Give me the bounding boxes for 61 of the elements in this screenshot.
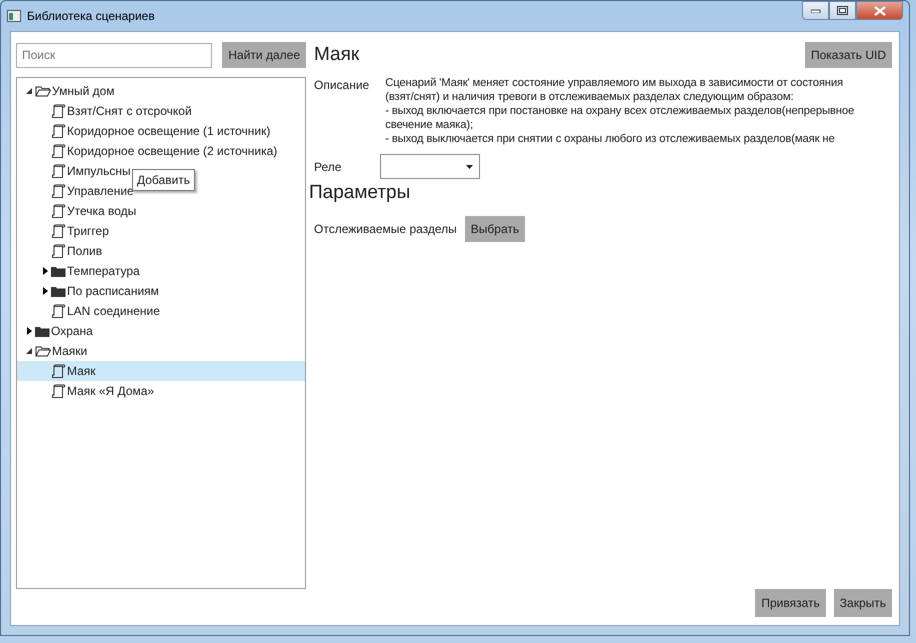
tree-item[interactable]: LAN соединение xyxy=(67,302,160,320)
tree-item[interactable]: Импульсны xyxy=(67,162,131,180)
maximize-button[interactable] xyxy=(829,1,856,20)
script-icon xyxy=(51,184,66,198)
find-next-button[interactable]: Найти далее xyxy=(222,42,306,68)
tree-item[interactable]: Маяк «Я Дома» xyxy=(67,382,154,400)
script-icon xyxy=(51,144,66,158)
tree-item[interactable]: Маяк xyxy=(67,362,96,380)
tree-item[interactable]: Коридорное освещение (2 источника) xyxy=(67,142,278,160)
tree-item[interactable]: Управление xyxy=(67,182,134,200)
collapsed-arrow-icon[interactable] xyxy=(42,267,48,275)
caret-icon xyxy=(466,164,473,168)
tree-item[interactable]: Температура xyxy=(67,262,140,280)
monitored-sections-label: Отслеживаемые разделы xyxy=(314,220,457,238)
description-label: Описание xyxy=(314,77,370,94)
choose-button[interactable]: Выбрать xyxy=(464,216,526,242)
folder-icon xyxy=(35,326,50,336)
collapsed-arrow-icon[interactable] xyxy=(26,327,32,335)
collapsed-arrow-icon[interactable] xyxy=(42,287,48,295)
open-folder-icon xyxy=(35,345,51,357)
parameters-heading: Параметры xyxy=(309,181,412,205)
expanded-arrow-icon[interactable] xyxy=(26,88,32,94)
tree-item[interactable]: Коридорное освещение (1 источник) xyxy=(67,122,270,140)
tree-item[interactable]: Триггер xyxy=(67,222,109,240)
close-button[interactable] xyxy=(856,1,903,20)
open-folder-icon xyxy=(35,85,51,97)
script-icon xyxy=(51,304,66,318)
close-dialog-button[interactable]: Закрыть xyxy=(834,589,892,617)
minimize-icon xyxy=(810,8,820,12)
tree-item[interactable]: По расписаниям xyxy=(67,282,159,300)
bind-button[interactable]: Привязать xyxy=(755,589,826,617)
minimize-button[interactable] xyxy=(802,1,829,20)
script-icon xyxy=(51,384,66,398)
script-icon xyxy=(51,164,66,178)
window-title: Библиотека сценариев xyxy=(27,8,155,24)
tooltip: Добавить xyxy=(132,169,196,191)
tree-item[interactable]: Полив xyxy=(67,242,102,260)
search-field[interactable]: Поиск xyxy=(16,42,212,68)
tree-item[interactable]: Взят/Снят с отсрочкой xyxy=(67,102,192,120)
script-icon xyxy=(51,224,66,238)
folder-icon xyxy=(51,266,66,276)
relay-label: Реле xyxy=(314,158,342,176)
app-icon xyxy=(7,10,21,22)
scenario-title: Маяк xyxy=(314,43,360,67)
close-icon xyxy=(874,6,886,16)
expanded-arrow-icon[interactable] xyxy=(26,348,32,354)
tree-item[interactable]: Охрана xyxy=(51,322,93,340)
description-text: Сценарий 'Маяк' меняет состояние управляемого им выхода в зависимости от состояния (взят/снят) и наличия тревоги в отслеживаемых разделах следующим образом: - выход включается при постановке на охрану всех отслеживаемых разделов(непрерывное свечение маяка); - выход выключается при снятии с охраны любого из отслеживаемых разделов(маяк не xyxy=(385,76,854,146)
maximize-icon xyxy=(837,6,848,15)
tree-item[interactable]: Утечка воды xyxy=(67,202,136,220)
selected-row-highlight[interactable]: Маяк xyxy=(17,361,305,381)
folder-icon xyxy=(51,286,66,296)
script-icon xyxy=(51,204,66,218)
script-icon xyxy=(51,104,66,118)
relay-dropdown[interactable] xyxy=(380,154,480,179)
tree-item[interactable]: Умный дом xyxy=(52,82,115,100)
script-icon xyxy=(51,124,66,138)
tree-item[interactable]: Маяки xyxy=(52,342,88,360)
script-icon xyxy=(51,364,66,378)
script-icon xyxy=(51,244,66,258)
show-uid-button[interactable]: Показать UID xyxy=(804,42,892,68)
